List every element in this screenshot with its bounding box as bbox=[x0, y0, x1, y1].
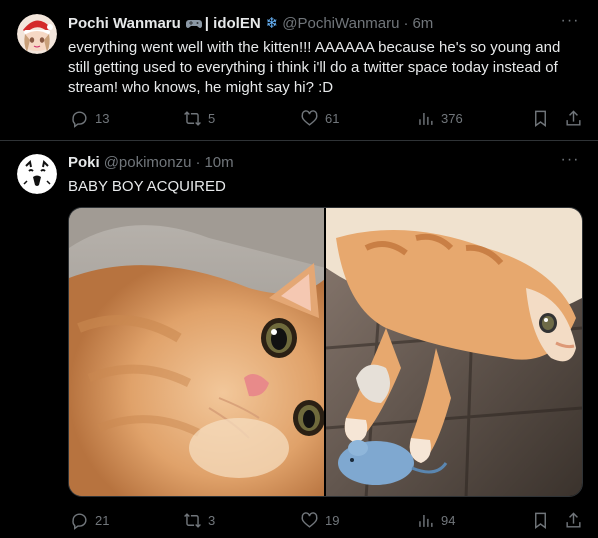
like-count: 19 bbox=[325, 512, 340, 528]
view-count: 94 bbox=[441, 512, 456, 528]
tweet[interactable]: Pochi Wanmaru | idolEN ❄ @PochiWanmaru ·… bbox=[0, 0, 598, 141]
snowflake-icon: ❄ bbox=[265, 15, 279, 32]
kitten-photo-with-toy[interactable] bbox=[326, 208, 582, 496]
tweet-actions: 13 5 61 376 bbox=[68, 108, 588, 128]
share-button[interactable] bbox=[564, 511, 583, 530]
share-icon bbox=[566, 511, 581, 528]
reply-button[interactable]: 13 bbox=[70, 109, 109, 128]
retweet-count: 3 bbox=[208, 512, 216, 528]
tweet-text: everything went well with the kitten!!! … bbox=[68, 39, 561, 96]
like-button[interactable]: 61 bbox=[300, 109, 339, 128]
bookmark-button[interactable] bbox=[531, 511, 550, 530]
more-icon[interactable]: ··· bbox=[560, 13, 580, 36]
kitten-photo-closeup[interactable] bbox=[69, 208, 326, 496]
tweet-actions: 21 3 19 94 bbox=[68, 510, 588, 530]
tweet-text: BABY BOY ACQUIRED bbox=[68, 178, 226, 195]
retweet-button[interactable]: 3 bbox=[183, 511, 215, 530]
display-name[interactable]: Pochi Wanmaru bbox=[68, 14, 181, 34]
tweet[interactable]: Poki @pokimonzu · 10m ··· BABY BOY ACQUI… bbox=[0, 142, 598, 538]
retweet-count: 5 bbox=[208, 110, 216, 126]
reply-icon bbox=[72, 512, 87, 530]
view-count: 376 bbox=[441, 110, 463, 126]
tweet-header: Pochi Wanmaru | idolEN ❄ @PochiWanmaru ·… bbox=[68, 14, 433, 34]
more-icon[interactable]: ··· bbox=[560, 152, 580, 175]
reply-icon bbox=[72, 110, 87, 128]
like-count: 61 bbox=[325, 110, 340, 126]
views-button[interactable]: 94 bbox=[416, 511, 455, 530]
timestamp[interactable]: 6m bbox=[412, 14, 433, 34]
bookmark-icon bbox=[535, 110, 546, 127]
reply-button[interactable]: 21 bbox=[70, 511, 109, 530]
display-name-suffix[interactable]: | idolEN bbox=[205, 14, 261, 34]
timestamp[interactable]: 10m bbox=[204, 153, 233, 173]
reply-count: 13 bbox=[95, 110, 110, 126]
separator-dot: · bbox=[195, 154, 201, 171]
media-gallery bbox=[68, 207, 583, 497]
reply-count: 21 bbox=[95, 512, 110, 528]
like-button[interactable]: 19 bbox=[300, 511, 339, 530]
heart-icon bbox=[301, 109, 318, 126]
retweet-icon bbox=[184, 512, 201, 528]
handle[interactable]: @pokimonzu bbox=[104, 153, 192, 173]
bookmark-button[interactable] bbox=[531, 109, 550, 128]
display-name[interactable]: Poki bbox=[68, 153, 100, 173]
share-icon bbox=[566, 109, 581, 126]
views-button[interactable]: 376 bbox=[416, 109, 463, 128]
analytics-icon bbox=[419, 514, 433, 527]
retweet-icon bbox=[184, 110, 201, 126]
separator-dot: · bbox=[403, 15, 409, 32]
retweet-button[interactable]: 5 bbox=[183, 109, 215, 128]
avatar[interactable] bbox=[17, 14, 57, 54]
gamepad-icon bbox=[185, 20, 202, 28]
bookmark-icon bbox=[535, 512, 546, 529]
handle[interactable]: @PochiWanmaru bbox=[282, 14, 399, 34]
avatar[interactable] bbox=[17, 154, 57, 194]
heart-icon bbox=[301, 511, 318, 528]
share-button[interactable] bbox=[564, 109, 583, 128]
analytics-icon bbox=[419, 112, 433, 125]
tweet-header: Poki @pokimonzu · 10m bbox=[68, 153, 234, 173]
